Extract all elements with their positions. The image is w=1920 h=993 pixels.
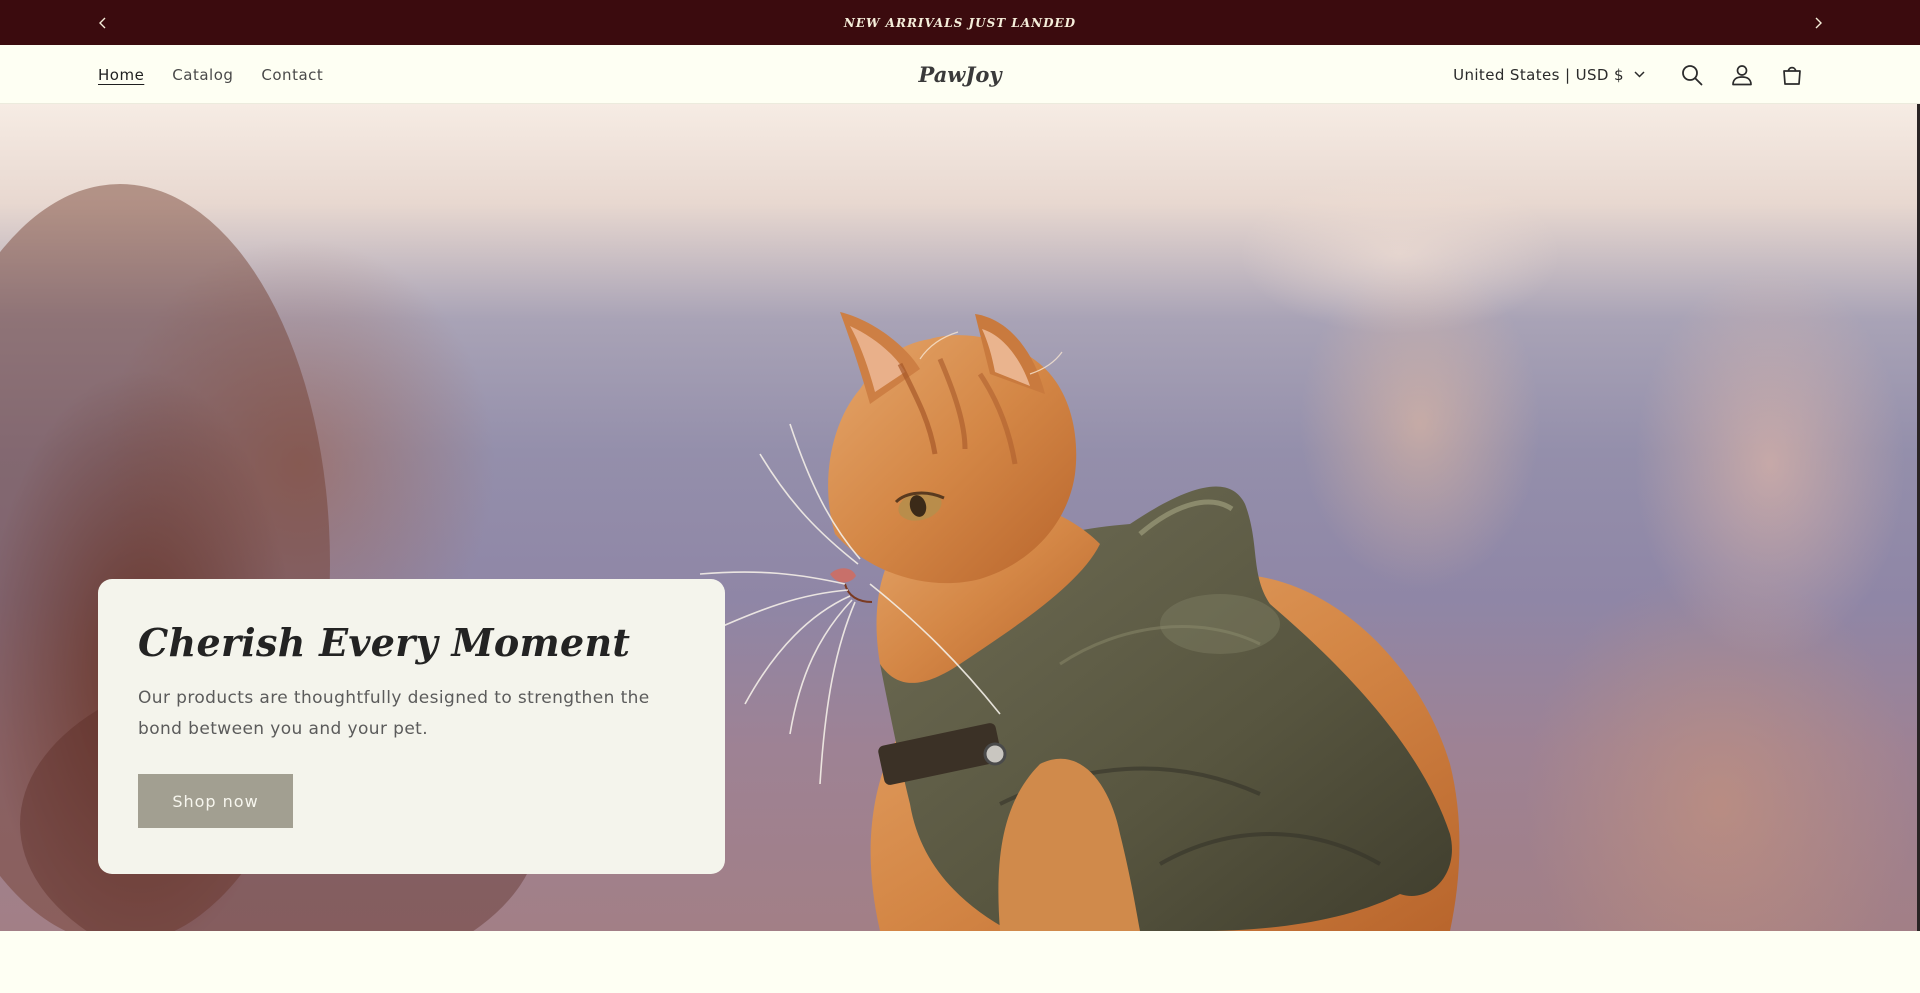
search-icon	[1682, 64, 1703, 85]
announcement-prev-button[interactable]	[88, 0, 118, 45]
header-actions: United States | USD $	[1453, 45, 1817, 104]
nav-catalog-link[interactable]: Catalog	[172, 66, 233, 84]
page-section-below	[0, 931, 1920, 993]
chevron-left-icon	[99, 17, 106, 28]
cart-button[interactable]	[1767, 53, 1817, 97]
site-header: Home Catalog Contact PawJoy United State…	[0, 45, 1920, 104]
chevron-down-icon	[1634, 71, 1645, 78]
main-nav: Home Catalog Contact	[98, 45, 323, 104]
account-button[interactable]	[1717, 53, 1767, 97]
hero-banner: Cherish Every Moment Our products are th…	[0, 104, 1920, 931]
currency-selector[interactable]: United States | USD $	[1453, 66, 1645, 84]
search-button[interactable]	[1667, 53, 1717, 97]
nav-contact-link[interactable]: Contact	[261, 66, 323, 84]
hero-content-card: Cherish Every Moment Our products are th…	[98, 579, 725, 874]
announcement-next-button[interactable]	[1803, 0, 1833, 45]
nav-home-link[interactable]: Home	[98, 66, 144, 84]
site-logo[interactable]: PawJoy	[918, 62, 1001, 87]
announcement-bar: NEW ARRIVALS JUST LANDED	[0, 0, 1920, 45]
currency-label: United States | USD $	[1453, 65, 1624, 84]
account-icon	[1732, 64, 1752, 85]
announcement-text: NEW ARRIVALS JUST LANDED	[843, 15, 1077, 30]
hero-description: Our products are thoughtfully designed t…	[138, 687, 650, 739]
shop-now-button[interactable]: Shop now	[138, 774, 293, 828]
chevron-right-icon	[1815, 17, 1822, 28]
cart-icon	[1783, 66, 1801, 85]
hero-title: Cherish Every Moment	[138, 620, 631, 665]
